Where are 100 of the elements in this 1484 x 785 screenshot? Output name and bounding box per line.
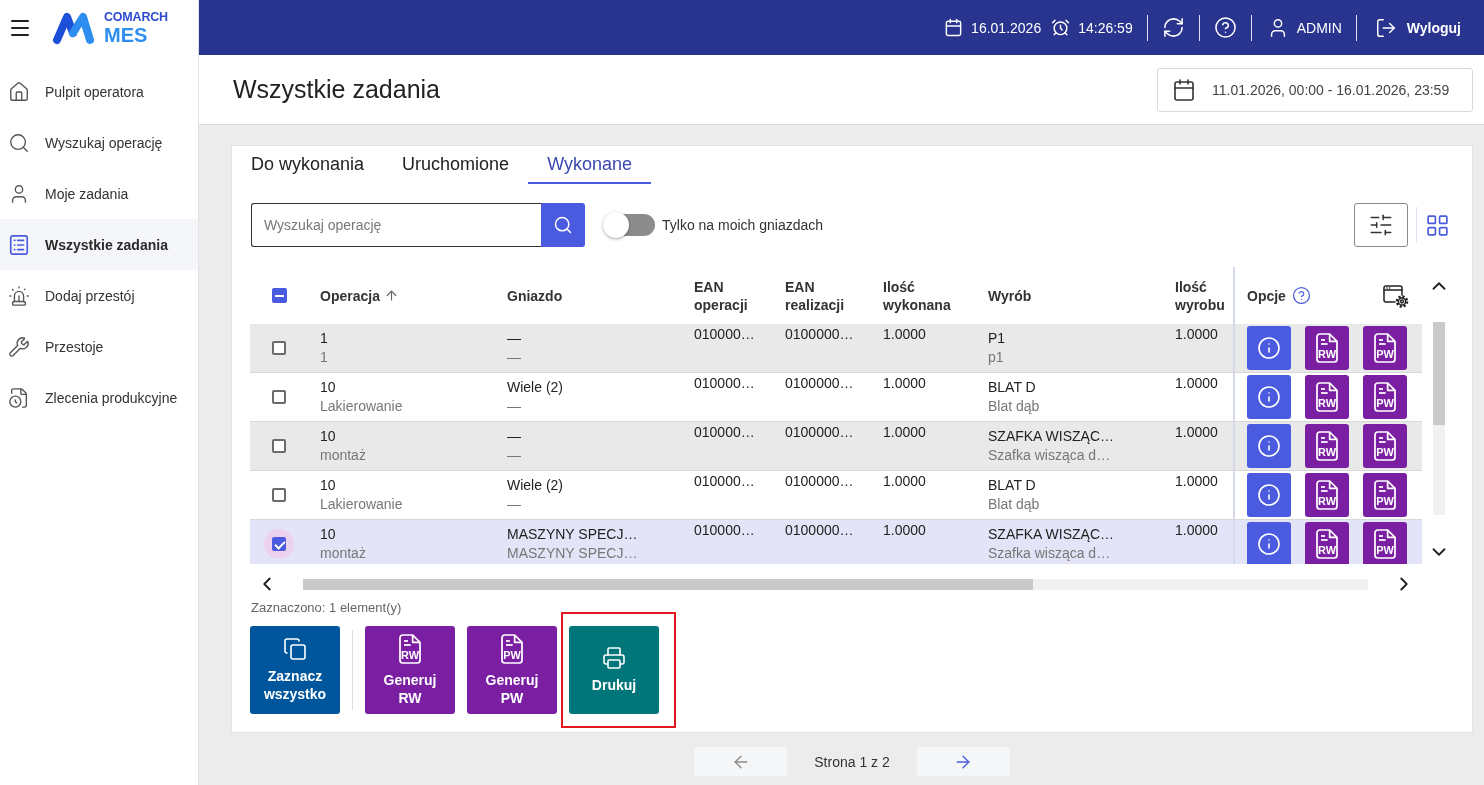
pw-document-button[interactable]: PW [1363, 424, 1407, 468]
quantity-done: 1.0000 [883, 521, 927, 539]
page-indicator: Strona 1 z 2 [814, 753, 890, 770]
operation-name: 1 [320, 348, 329, 367]
info-button[interactable] [1247, 326, 1291, 370]
current-time: 14:26:59 [1078, 19, 1133, 36]
operation-code: 10 [320, 427, 337, 446]
info-icon [1257, 434, 1281, 458]
tab[interactable]: Wykonane [528, 146, 651, 184]
house-icon [8, 80, 30, 103]
workstation-name: Wiele (2) [507, 476, 564, 495]
print-button[interactable]: Drukuj [569, 626, 659, 714]
column-header[interactable]: EAN operacji [694, 277, 764, 314]
operation-name: montaż [320, 446, 367, 465]
ean-operation: 010000… [694, 374, 756, 392]
rw-document-button[interactable]: RW [1305, 375, 1349, 419]
pw-document-button[interactable]: PW [1363, 375, 1407, 419]
printer-icon [602, 646, 626, 670]
operation-code: 10 [320, 525, 337, 544]
table-row[interactable]: 10 Lakierowanie Wiele (2) — 010000… 0100000… 1.0000 BLAT D Blat dąb 1.0000 RW PW [250, 471, 1422, 520]
rw-document-button[interactable]: RW [1305, 522, 1349, 564]
help-button[interactable] [1213, 16, 1237, 39]
help-icon[interactable] [1291, 286, 1311, 305]
generate-pw-button[interactable]: PW Generuj PW [467, 626, 557, 714]
column-header[interactable]: Ilość wyrobu [1175, 277, 1227, 314]
tab[interactable]: Do wykonania [232, 146, 384, 184]
generate-rw-button[interactable]: RW Generuj RW [365, 626, 455, 714]
pw-document-button[interactable]: PW [1363, 326, 1407, 370]
row-checkbox[interactable] [272, 390, 286, 404]
info-icon [1257, 385, 1281, 409]
select-all-checkbox[interactable] [272, 288, 287, 303]
product-name: Blat dąb [988, 495, 1041, 514]
ean-realization: 0100000… [785, 423, 855, 441]
sidebar-item[interactable]: Wyszukaj operację [0, 117, 198, 168]
row-checkbox[interactable] [272, 439, 286, 453]
search-button[interactable] [541, 203, 585, 247]
tab[interactable]: Uruchomione [383, 146, 529, 184]
siren-icon [8, 284, 30, 307]
rw-document-button[interactable]: RW [1305, 424, 1349, 468]
column-header[interactable]: EAN realizacji [785, 277, 862, 314]
sidebar-item[interactable]: Przestoje [0, 321, 198, 372]
quantity-done: 1.0000 [883, 374, 927, 392]
sidebar-item[interactable]: Pulpit operatora [0, 66, 198, 117]
product-quantity: 1.0000 [1175, 325, 1219, 343]
sidebar-item[interactable]: Zlecenia produkcyjne [0, 372, 198, 423]
column-header: Opcje [1247, 287, 1286, 304]
column-settings-button[interactable] [1383, 283, 1409, 308]
date-range-button[interactable]: 11.01.2026, 00:00 - 16.01.2026, 23:59 [1157, 67, 1473, 112]
grid-view-button[interactable] [1425, 212, 1450, 238]
operation-code: 10 [320, 476, 337, 495]
product-quantity: 1.0000 [1175, 521, 1219, 539]
search-field[interactable]: Wyszukaj operację [251, 203, 541, 247]
info-button[interactable] [1247, 375, 1291, 419]
rw-document-button[interactable]: RW [1305, 326, 1349, 370]
product-code: SZAFKA WISZĄC… [988, 525, 1115, 544]
table-row[interactable]: 10 Lakierowanie Wiele (2) — 010000… 0100000… 1.0000 BLAT D Blat dąb 1.0000 RW PW [250, 373, 1422, 422]
filter-button[interactable] [1354, 203, 1408, 247]
pw-document-button[interactable]: PW [1363, 522, 1407, 564]
product-quantity: 1.0000 [1175, 423, 1219, 441]
horizontal-scrollbar[interactable] [303, 578, 1368, 590]
info-button[interactable] [1247, 473, 1291, 517]
sidebar-item[interactable]: Moje zadania [0, 168, 198, 219]
ean-operation: 010000… [694, 325, 756, 343]
refresh-icon [1161, 16, 1185, 39]
refresh-button[interactable] [1161, 16, 1185, 39]
toggle-switch[interactable] [603, 212, 655, 238]
table-row[interactable]: 10 montaż MASZYNY SPECJ… MASZYNY SPECJ… 010000… 0100000… 1.0000 SZAFKA WISZĄC… Szafka wisząca d… 1.0000 RW PW [250, 520, 1422, 564]
column-header[interactable]: Gniazdo [507, 286, 563, 305]
info-icon [1257, 483, 1281, 507]
sidebar-item[interactable]: Wszystkie zadania [0, 219, 198, 270]
workstation-detail: — [507, 397, 522, 416]
calendar-icon [944, 18, 964, 37]
operation-code: 10 [320, 378, 337, 397]
pw-document-button[interactable]: PW [1363, 473, 1407, 517]
workstation-detail: — [507, 495, 522, 514]
toggle-label: Tylko na moich gniazdach [662, 217, 824, 233]
sidebar-item[interactable]: Dodaj przestój [0, 270, 198, 321]
sliders-icon [1368, 212, 1394, 238]
selection-summary: Zaznaczono: 1 element(y) [251, 601, 403, 615]
table-row[interactable]: 10 montaż — — 010000… 0100000… 1.0000 SZAFKA WISZĄC… Szafka wisząca d… 1.0000 RW PW [250, 422, 1422, 471]
info-icon [1257, 336, 1281, 360]
workstation-name: — [507, 329, 522, 348]
window-gear-icon [1383, 283, 1409, 308]
operation-name: Lakierowanie [320, 495, 404, 514]
row-checkbox[interactable] [272, 341, 286, 355]
rw-document-button[interactable]: RW [1305, 473, 1349, 517]
row-checkbox[interactable] [272, 488, 286, 502]
row-checkbox[interactable] [272, 537, 286, 551]
vertical-scrollbar[interactable] [1433, 322, 1445, 515]
select-all-button[interactable]: Zaznacz wszystko [250, 626, 340, 714]
info-button[interactable] [1247, 424, 1291, 468]
product-code: P1 [988, 329, 1007, 348]
column-header[interactable]: Ilość wykonana [883, 277, 967, 314]
table-row[interactable]: 1 1 — — 010000… 0100000… 1.0000 P1 p1 1.0000 RW PW [250, 324, 1422, 373]
column-header[interactable]: Operacja [320, 286, 399, 305]
logout-button[interactable]: Wyloguj [1374, 16, 1461, 39]
search-icon [553, 215, 573, 235]
column-header[interactable]: Wyrób [988, 286, 1032, 305]
search-icon [8, 131, 30, 154]
info-button[interactable] [1247, 522, 1291, 564]
